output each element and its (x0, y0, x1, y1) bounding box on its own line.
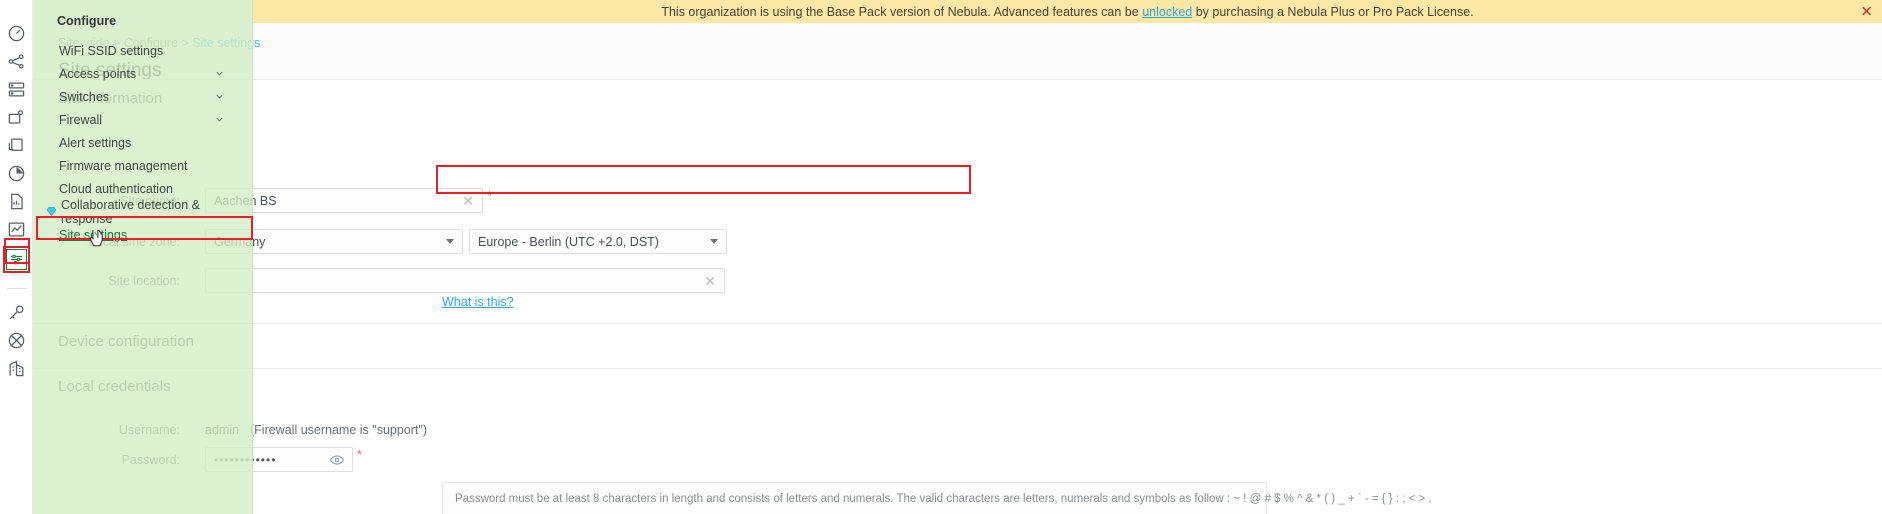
menu-item-site-settings[interactable]: Site settings (33, 223, 252, 246)
menu-item-label: WiFi SSID settings (59, 44, 163, 58)
key-icon[interactable] (5, 301, 27, 323)
configure-sliders-icon[interactable] (3, 246, 30, 273)
license-banner: This organization is using the Base Pack… (253, 0, 1882, 23)
menu-item-label: Access points (59, 67, 136, 81)
menu-item-label: Switches (59, 90, 109, 104)
firewall-username-note: (Firewall username is "support") (250, 423, 427, 437)
access-point-icon[interactable] (5, 106, 27, 128)
password-hint: Password must be at least 8 characters i… (442, 482, 1267, 514)
page-content: Site-wide > Configure > Site settings Si… (33, 22, 1882, 514)
close-icon[interactable]: ✕ (1860, 4, 1873, 19)
analytics-pie-icon[interactable] (5, 162, 27, 184)
menu-item-wifi-ssid-settings[interactable]: WiFi SSID settings (33, 39, 252, 62)
menu-item-label: Collaborative detection & response (61, 198, 252, 226)
topology-icon[interactable] (5, 50, 27, 72)
section-divider-2 (33, 368, 1882, 369)
unlocked-link[interactable]: unlocked (1142, 5, 1192, 19)
menu-item-label: Site settings (59, 228, 127, 242)
section-divider-1 (33, 323, 1882, 324)
help-icon[interactable] (5, 329, 27, 351)
clients-icon[interactable] (5, 134, 27, 156)
site-location-input[interactable]: ✕ (205, 268, 725, 293)
menu-item-firmware-management[interactable]: Firmware management (33, 154, 252, 177)
monitor-chart-icon[interactable] (5, 218, 27, 240)
app-root: Site-wide > Configure > Site settings Si… (0, 0, 1882, 514)
eye-icon[interactable] (330, 453, 344, 467)
chevron-down-icon[interactable] (215, 69, 224, 78)
report-icon[interactable] (5, 190, 27, 212)
devices-icon[interactable] (5, 78, 27, 100)
configure-flyout-menu: Configure WiFi SSID settings Access poin… (33, 0, 253, 514)
menu-item-label: Firewall (59, 113, 102, 127)
menu-item-label: Firmware management (59, 159, 188, 173)
icon-rail (0, 0, 33, 514)
menu-item-label: Cloud authentication (59, 182, 173, 196)
menu-item-switches[interactable]: Switches (33, 85, 252, 108)
chevron-down-icon[interactable] (446, 239, 454, 244)
what-is-this-link[interactable]: What is this? (442, 295, 514, 309)
chevron-down-icon[interactable] (215, 115, 224, 124)
menu-item-label: Alert settings (59, 136, 131, 150)
chevron-down-icon[interactable] (215, 92, 224, 101)
timezone-select[interactable]: Europe - Berlin (UTC +2.0, DST) (469, 229, 727, 254)
banner-text-after: by purchasing a Nebula Plus or Pro Pack … (1192, 5, 1473, 19)
site-settings-card: Site information Site name: Aachen BS ✕ … (33, 79, 1882, 514)
gem-icon (46, 206, 57, 217)
close-icon[interactable]: ✕ (456, 194, 474, 208)
banner-text-before: This organization is using the Base Pack… (661, 5, 1142, 19)
timezone-value: Europe - Berlin (UTC +2.0, DST) (478, 235, 704, 249)
dashboard-icon[interactable] (5, 22, 27, 44)
required-asterisk: * (487, 188, 492, 203)
menu-item-firewall[interactable]: Firewall (33, 108, 252, 131)
close-icon[interactable]: ✕ (698, 274, 716, 288)
rail-divider (7, 288, 26, 289)
organization-icon[interactable] (5, 357, 27, 379)
menu-item-alert-settings[interactable]: Alert settings (33, 131, 252, 154)
menu-item-collaborative-detection-response[interactable]: Collaborative detection & response (33, 200, 252, 223)
license-banner-text: This organization is using the Base Pack… (661, 5, 1473, 19)
required-asterisk: * (357, 447, 362, 462)
menu-item-access-points[interactable]: Access points (33, 62, 252, 85)
configure-sliders-inner (6, 249, 27, 270)
chevron-down-icon[interactable] (710, 239, 718, 244)
flyout-heading: Configure (33, 14, 252, 28)
